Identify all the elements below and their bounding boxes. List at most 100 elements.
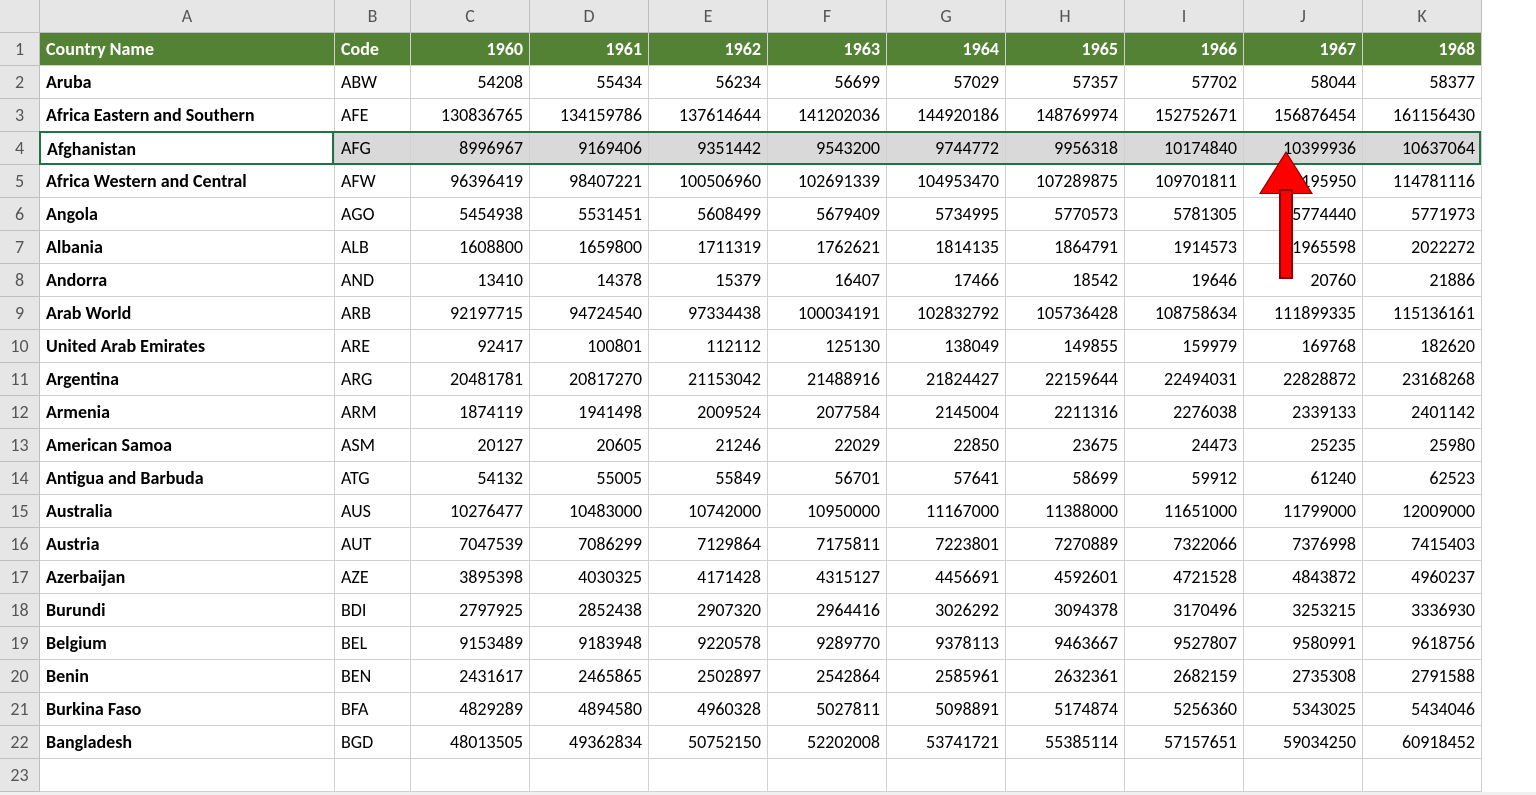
cell-value[interactable]: 7415403	[1363, 528, 1482, 561]
cell-value[interactable]: 4315127	[768, 561, 887, 594]
cell-value[interactable]: 25980	[1363, 429, 1482, 462]
row-header[interactable]: 3	[0, 99, 40, 132]
cell-value[interactable]: 97334438	[649, 297, 768, 330]
cell-value[interactable]: 5343025	[1244, 693, 1363, 726]
row-header[interactable]: 14	[0, 462, 40, 495]
cell-value[interactable]: 2431617	[411, 660, 530, 693]
cell-value[interactable]: 4960237	[1363, 561, 1482, 594]
row-header[interactable]: 5	[0, 165, 40, 198]
cell-value[interactable]: 2211316	[1006, 396, 1125, 429]
column-header[interactable]: F	[768, 0, 887, 33]
cell-value[interactable]: 2077584	[768, 396, 887, 429]
cell-value[interactable]: 4721528	[1125, 561, 1244, 594]
cell-value[interactable]: 5098891	[887, 693, 1006, 726]
cell-value[interactable]: 3895398	[411, 561, 530, 594]
cell-value[interactable]: 1711319	[649, 231, 768, 264]
row-header[interactable]: 20	[0, 660, 40, 693]
row-header[interactable]: 9	[0, 297, 40, 330]
row-header[interactable]: 18	[0, 594, 40, 627]
cell-value[interactable]: 20605	[530, 429, 649, 462]
header-year[interactable]: 1962	[649, 33, 768, 66]
cell-value[interactable]: 1914573	[1125, 231, 1244, 264]
cell-value[interactable]: 5608499	[649, 198, 768, 231]
cell-value[interactable]: 152752671	[1125, 99, 1244, 132]
cell-value[interactable]: 112112	[649, 330, 768, 363]
cell-value[interactable]: 56699	[768, 66, 887, 99]
row-header[interactable]: 13	[0, 429, 40, 462]
cell-value[interactable]: 58699	[1006, 462, 1125, 495]
cell-value[interactable]: 9580991	[1244, 627, 1363, 660]
column-header[interactable]: D	[530, 0, 649, 33]
cell-value[interactable]: 3253215	[1244, 594, 1363, 627]
header-year[interactable]: 1963	[768, 33, 887, 66]
cell-code[interactable]: BGD	[335, 726, 411, 759]
cell-value[interactable]: 5434046	[1363, 693, 1482, 726]
cell-value[interactable]: 92417	[411, 330, 530, 363]
header-country-name[interactable]: Country Name	[40, 33, 335, 66]
cell-value[interactable]: 112195950	[1244, 165, 1363, 198]
cell-value[interactable]: 5174874	[1006, 693, 1125, 726]
cell-value[interactable]: 7223801	[887, 528, 1006, 561]
cell-value[interactable]: 58044	[1244, 66, 1363, 99]
cell-value[interactable]: 2465865	[530, 660, 649, 693]
cell-code[interactable]: BFA	[335, 693, 411, 726]
cell-code[interactable]: ARE	[335, 330, 411, 363]
cell-value[interactable]: 62523	[1363, 462, 1482, 495]
row-header[interactable]: 10	[0, 330, 40, 363]
cell-value[interactable]: 1941498	[530, 396, 649, 429]
cell-value[interactable]: 9463667	[1006, 627, 1125, 660]
row-header[interactable]: 8	[0, 264, 40, 297]
cell-value[interactable]: 2682159	[1125, 660, 1244, 693]
cell-value[interactable]: 2145004	[887, 396, 1006, 429]
row-header[interactable]: 16	[0, 528, 40, 561]
cell-value[interactable]: 5027811	[768, 693, 887, 726]
column-header[interactable]: E	[649, 0, 768, 33]
cell-value[interactable]: 1659800	[530, 231, 649, 264]
cell-country-name[interactable]: Argentina	[40, 363, 335, 396]
cell-country-name[interactable]: Antigua and Barbuda	[40, 462, 335, 495]
cell-country-name[interactable]: Aruba	[40, 66, 335, 99]
cell-value[interactable]: 9169406	[530, 132, 649, 165]
cell-value[interactable]: 4894580	[530, 693, 649, 726]
row-header[interactable]: 15	[0, 495, 40, 528]
cell-country-name[interactable]: Armenia	[40, 396, 335, 429]
cell-value[interactable]: 1965598	[1244, 231, 1363, 264]
cell-value[interactable]: 1864791	[1006, 231, 1125, 264]
cell-value[interactable]: 2907320	[649, 594, 768, 627]
cell-value[interactable]: 107289875	[1006, 165, 1125, 198]
column-header[interactable]: K	[1363, 0, 1482, 33]
cell-value[interactable]: 16407	[768, 264, 887, 297]
cell-country-name[interactable]: United Arab Emirates	[40, 330, 335, 363]
header-year[interactable]: 1967	[1244, 33, 1363, 66]
cell-country-name[interactable]: Arab World	[40, 297, 335, 330]
cell-country-name[interactable]: Albania	[40, 231, 335, 264]
cell-value[interactable]: 7322066	[1125, 528, 1244, 561]
cell-value[interactable]: 21488916	[768, 363, 887, 396]
cell-value[interactable]: 4829289	[411, 693, 530, 726]
cell-value[interactable]: 149855	[1006, 330, 1125, 363]
cell-value[interactable]: 92197715	[411, 297, 530, 330]
cell-value[interactable]: 100801	[530, 330, 649, 363]
cell-code[interactable]: AGO	[335, 198, 411, 231]
cell-value[interactable]: 3094378	[1006, 594, 1125, 627]
cell-code[interactable]: BDI	[335, 594, 411, 627]
cell-country-name[interactable]: Burundi	[40, 594, 335, 627]
cell-value[interactable]: 2502897	[649, 660, 768, 693]
column-header[interactable]: I	[1125, 0, 1244, 33]
cell-value[interactable]: 9378113	[887, 627, 1006, 660]
cell-value[interactable]: 21886	[1363, 264, 1482, 297]
cell-code[interactable]: AND	[335, 264, 411, 297]
cell-country-name[interactable]: Belgium	[40, 627, 335, 660]
row-header[interactable]: 6	[0, 198, 40, 231]
cell-empty[interactable]	[768, 759, 887, 792]
cell-value[interactable]: 18542	[1006, 264, 1125, 297]
cell-value[interactable]: 11388000	[1006, 495, 1125, 528]
cell-code[interactable]: ARB	[335, 297, 411, 330]
cell-value[interactable]: 2797925	[411, 594, 530, 627]
row-header[interactable]: 7	[0, 231, 40, 264]
cell-value[interactable]: 17466	[887, 264, 1006, 297]
cell-value[interactable]: 9289770	[768, 627, 887, 660]
cell-value[interactable]: 148769974	[1006, 99, 1125, 132]
cell-code[interactable]: BEN	[335, 660, 411, 693]
cell-value[interactable]: 182620	[1363, 330, 1482, 363]
